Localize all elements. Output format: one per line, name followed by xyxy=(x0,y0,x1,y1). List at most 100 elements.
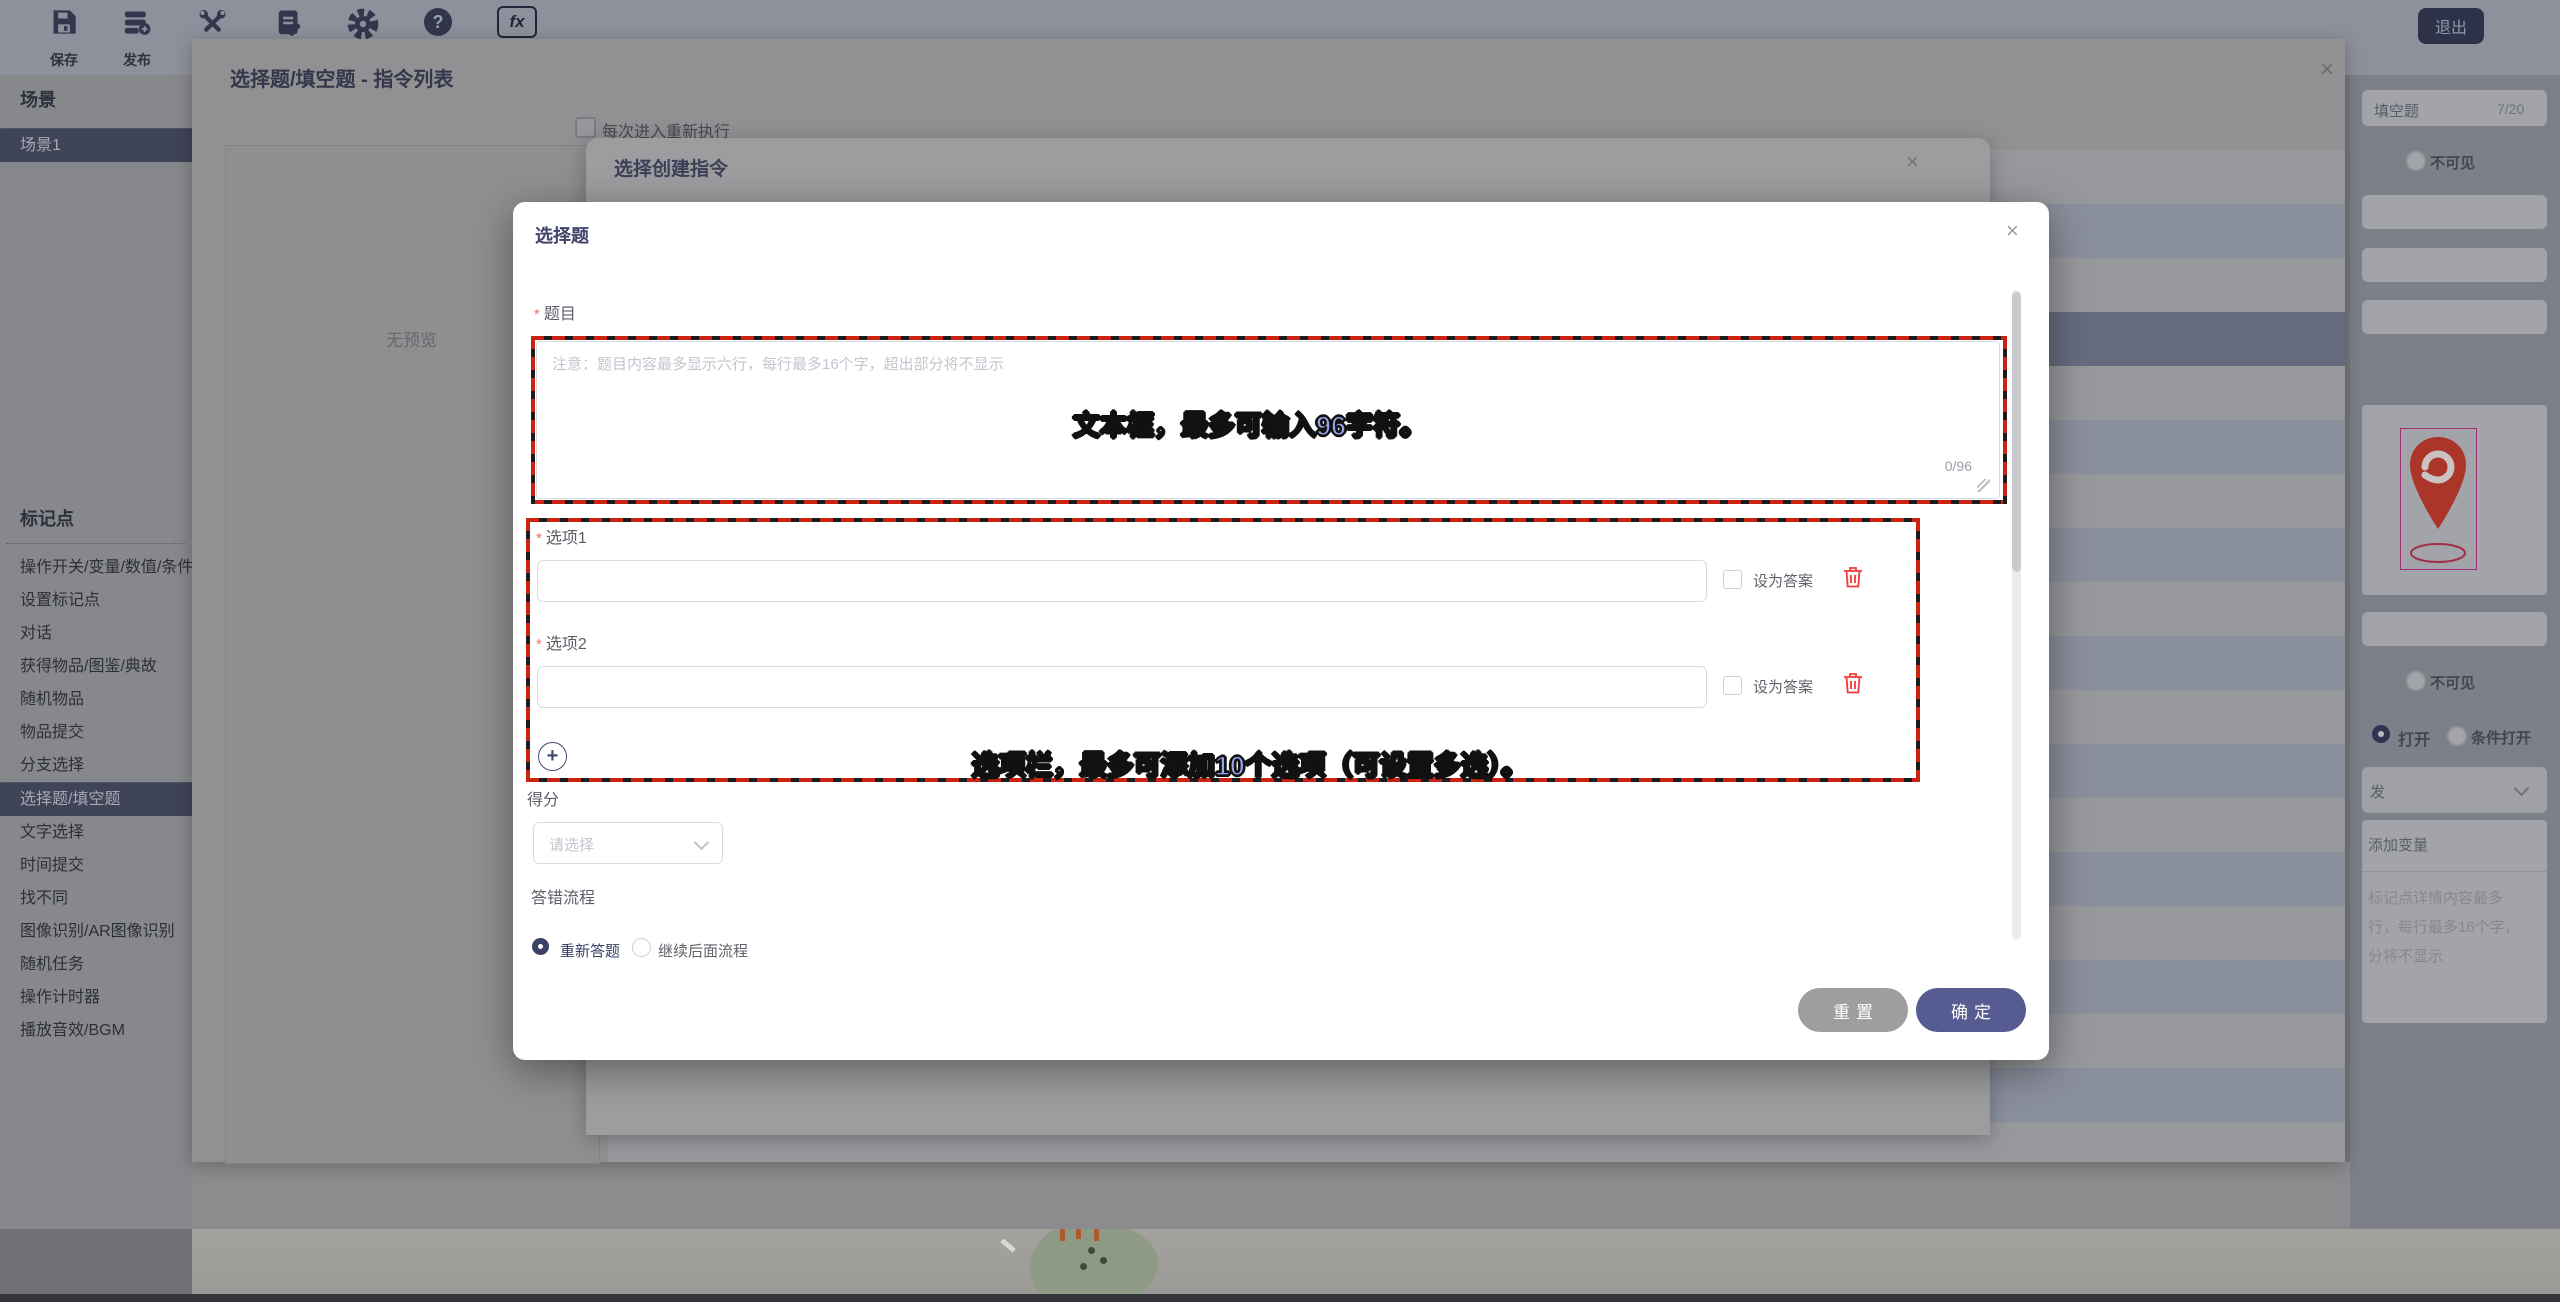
close-icon[interactable]: × xyxy=(2320,60,2334,80)
panel-field-2[interactable] xyxy=(2362,248,2547,282)
sidebar-item-marker-type[interactable]: 播放音效/BGM xyxy=(0,1014,192,1047)
reset-button[interactable]: 重置 xyxy=(1798,988,1908,1032)
app-root: 保存 发布 ? fx 退出 场景 场景1 标记点 操作开关/变量/数值/条件判断… xyxy=(0,0,2560,1302)
option2-input[interactable] xyxy=(537,666,1707,708)
sidebar-footer xyxy=(0,1229,192,1302)
score-select-placeholder: 请选择 xyxy=(549,834,594,855)
trash-icon[interactable] xyxy=(1843,566,1863,588)
gear-icon[interactable] xyxy=(347,8,379,40)
publish-button-label[interactable]: 发布 xyxy=(109,50,165,70)
close-icon[interactable]: × xyxy=(1906,152,1919,172)
confirm-button[interactable]: 确定 xyxy=(1916,988,2026,1032)
option1-label: 选项1 xyxy=(546,530,587,547)
map-island xyxy=(1030,1229,1158,1302)
map-structure xyxy=(1076,1229,1081,1239)
tools-icon[interactable] xyxy=(195,8,230,38)
retry-radio[interactable] xyxy=(532,938,549,955)
panel-field-4[interactable] xyxy=(2362,612,2547,646)
add-option-button[interactable]: + xyxy=(538,742,567,771)
panel-field-3[interactable] xyxy=(2362,300,2547,334)
score-label: 得分 xyxy=(527,786,559,810)
sidebar-item-marker-type[interactable]: 图像识别/AR图像识别 xyxy=(0,915,192,948)
required-mark: * xyxy=(536,530,542,547)
conditional-open-radio[interactable] xyxy=(2447,726,2467,746)
option1-label-row: *选项1 xyxy=(536,524,587,548)
map-tree xyxy=(1088,1247,1095,1254)
set-answer-label: 设为答案 xyxy=(1753,676,1813,697)
publish-icon[interactable] xyxy=(122,8,151,36)
map-tree xyxy=(1080,1263,1087,1270)
continue-radio[interactable] xyxy=(632,938,651,957)
create-modal-title: 选择创建指令 xyxy=(614,154,728,181)
invisible-label-2: 不可见 xyxy=(2430,672,2475,693)
sidebar-item-marker-type[interactable]: 随机物品 xyxy=(0,683,192,716)
rerun-checkbox[interactable] xyxy=(575,117,596,138)
sidebar-item-marker-type[interactable]: 获得物品/图鉴/典故 xyxy=(0,650,192,683)
dialog-scrollbar-thumb[interactable] xyxy=(2012,292,2021,572)
map-canvas[interactable] xyxy=(192,1229,2560,1302)
choice-question-dialog xyxy=(513,202,2049,1060)
conditional-open-label: 条件打开 xyxy=(2471,727,2531,748)
canvas-top-strip xyxy=(192,1162,2350,1229)
option1-input[interactable] xyxy=(537,560,1707,602)
resize-handle-icon[interactable] xyxy=(1977,479,1990,492)
trigger-select-value: 发 xyxy=(2370,781,2385,802)
retry-radio-label: 重新答题 xyxy=(560,940,620,958)
wrong-flow-radio-row: 重新答题 继续后面流程 xyxy=(530,934,1530,958)
sidebar-divider xyxy=(6,543,186,544)
char-counter: 0/96 xyxy=(1872,458,1972,474)
sidebar-item-marker-type[interactable]: 操作计时器 xyxy=(0,981,192,1014)
help-icon[interactable]: ? xyxy=(424,8,452,36)
map-pin-icon xyxy=(2401,429,2476,569)
invisible-radio-1[interactable] xyxy=(2406,151,2426,171)
question-label-row: *题目 xyxy=(534,300,576,324)
instruction-modal-title: 选择题/填空题 - 指令列表 xyxy=(230,63,453,92)
open-label: 打开 xyxy=(2398,726,2430,750)
scene-list: 场景1 xyxy=(0,128,192,162)
sidebar-item-marker-type[interactable]: 对话 xyxy=(0,617,192,650)
trash-icon[interactable] xyxy=(1843,672,1863,694)
close-icon[interactable]: × xyxy=(2006,222,2019,240)
add-variable-button[interactable]: 添加变量 xyxy=(2368,834,2428,855)
option2-label-row: *选项2 xyxy=(536,630,587,654)
map-structure xyxy=(1094,1229,1099,1241)
option2-label: 选项2 xyxy=(546,636,587,653)
sidebar-item-marker-type[interactable]: 时间提交 xyxy=(0,849,192,882)
continue-radio-label: 继续后面流程 xyxy=(658,940,748,958)
map-tree xyxy=(1100,1257,1107,1264)
invisible-radio-2[interactable] xyxy=(2406,671,2426,691)
bottom-edge xyxy=(0,1294,2560,1302)
save-icon[interactable] xyxy=(50,8,78,36)
dialog-title: 选择题 xyxy=(535,222,589,248)
marker-name-value: 填空题 xyxy=(2374,100,2419,121)
sidebar-item-marker-type[interactable]: 找不同 xyxy=(0,882,192,915)
panel-divider xyxy=(2362,871,2547,872)
exit-button[interactable]: 退出 xyxy=(2418,8,2484,44)
map-structure xyxy=(1060,1229,1065,1241)
sidebar-item-marker-type[interactable]: 选择题/填空题 xyxy=(0,782,192,816)
wrong-flow-label: 答错流程 xyxy=(531,884,595,908)
sidebar-item-marker-type[interactable]: 设置标记点 xyxy=(0,584,192,617)
note-edit-icon[interactable] xyxy=(274,8,306,38)
marker-icon-selection[interactable] xyxy=(2400,428,2477,570)
sidebar-item-marker-type[interactable]: 文字选择 xyxy=(0,816,192,849)
question-label: 题目 xyxy=(544,306,576,323)
fx-function-icon[interactable]: fx xyxy=(497,6,537,38)
option1-answer-checkbox[interactable] xyxy=(1723,570,1742,589)
option2-answer-checkbox[interactable] xyxy=(1723,676,1742,695)
invisible-label-1: 不可见 xyxy=(2430,152,2475,173)
sidebar-item-scene[interactable]: 场景1 xyxy=(0,128,192,162)
panel-field-1[interactable] xyxy=(2362,195,2547,229)
sidebar-item-marker-type[interactable]: 操作开关/变量/数值/条件判断 xyxy=(0,551,192,584)
sidebar-item-marker-type[interactable]: 物品提交 xyxy=(0,716,192,749)
marker-name-counter: 7/20 xyxy=(2497,101,2524,117)
question-placeholder: 注意：题目内容最多显示六行，每行最多16个字，超出部分将不显示 xyxy=(552,353,1004,374)
marker-detail-placeholder: 标记点详情内容最多 行，每行最多16个字， 分将不显示 xyxy=(2368,884,2543,971)
marker-type-list: 操作开关/变量/数值/条件判断设置标记点对话获得物品/图鉴/典故随机物品物品提交… xyxy=(0,551,192,1047)
sidebar-item-marker-type[interactable]: 分支选择 xyxy=(0,749,192,782)
open-radio[interactable] xyxy=(2372,725,2390,743)
save-button-label[interactable]: 保存 xyxy=(36,50,92,70)
map-mark xyxy=(1000,1238,1015,1252)
set-answer-label: 设为答案 xyxy=(1753,570,1813,591)
sidebar-item-marker-type[interactable]: 随机任务 xyxy=(0,948,192,981)
